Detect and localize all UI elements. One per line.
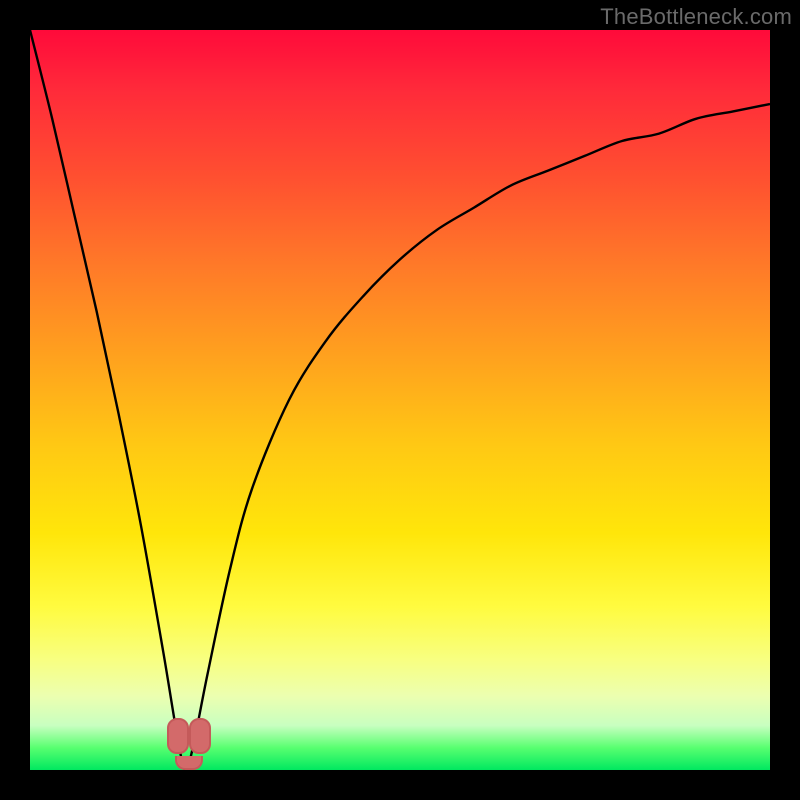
marker-optimal-left (167, 718, 189, 754)
curve-path (30, 30, 770, 770)
chart-frame: TheBottleneck.com (0, 0, 800, 800)
bottleneck-curve (30, 30, 770, 770)
plot-area (30, 30, 770, 770)
marker-u-base (175, 756, 203, 770)
watermark-text: TheBottleneck.com (600, 4, 792, 30)
marker-optimal-right (189, 718, 211, 754)
